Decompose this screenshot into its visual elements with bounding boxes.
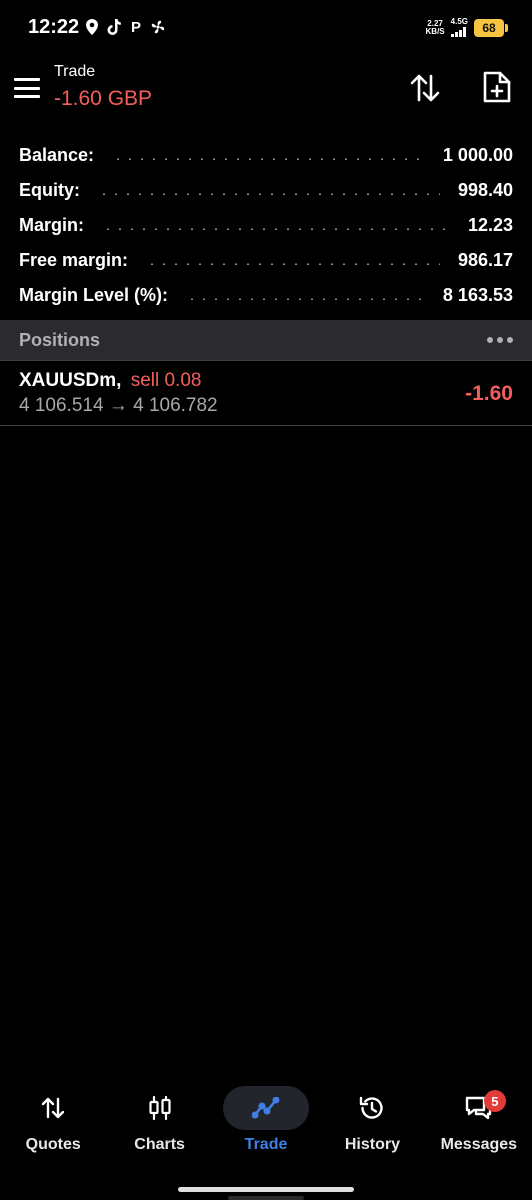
app-header: Trade -1.60 GBP (0, 56, 532, 126)
p-app-icon: P (130, 18, 141, 36)
candlestick-chart-icon (149, 1095, 171, 1121)
nav-icon-container (10, 1086, 96, 1130)
status-system-icons: 2.27 KB/S 4.5G 68 (425, 17, 508, 37)
arrow-right-icon: → (108, 395, 128, 416)
nav-label: History (344, 1136, 400, 1153)
summary-value: 986.17 (457, 250, 513, 270)
nav-label: Quotes (25, 1136, 81, 1153)
summary-value: 12.23 (467, 215, 513, 235)
positions-title: Positions (19, 329, 101, 350)
dotted-leader (98, 192, 440, 195)
account-summary: Balance: 1 000.00 Equity: 998.40 Margin:… (0, 138, 532, 313)
summary-label: Equity: (19, 180, 80, 200)
nav-item-history[interactable]: History (319, 1082, 425, 1168)
tiktok-icon (106, 18, 122, 36)
nav-icon-container (329, 1086, 415, 1130)
total-profit-loss: -1.60 GBP (54, 87, 153, 110)
summary-value: 8 163.53 (442, 285, 513, 305)
position-open-price: 4 106.514 (19, 395, 104, 416)
position-title-line: XAUUSDm, sell 0.08 (19, 370, 201, 392)
nav-item-quotes[interactable]: Quotes (0, 1082, 106, 1168)
nav-icon-container: 5 (436, 1086, 522, 1130)
signal-bars-icon (450, 27, 466, 37)
nav-icon-container (117, 1086, 203, 1130)
page-title: Trade (54, 63, 96, 80)
more-options-icon[interactable] (487, 331, 513, 349)
summary-value: 998.40 (457, 180, 513, 200)
summary-row-free-margin: Free margin: 986.17 (0, 243, 532, 278)
new-order-document-icon[interactable] (482, 70, 512, 104)
nav-label: Trade (244, 1136, 288, 1153)
dotted-leader (112, 157, 425, 160)
nav-icon-container (223, 1086, 310, 1130)
positions-section-header: Positions (0, 320, 532, 361)
dotted-leader (186, 297, 425, 300)
position-separator: , (116, 370, 122, 391)
nav-item-trade[interactable]: Trade (213, 1082, 319, 1168)
fan-icon (150, 18, 166, 36)
gesture-navigation-bar[interactable] (178, 1187, 354, 1192)
summary-label: Balance: (19, 145, 95, 165)
nav-label: Charts (134, 1136, 185, 1153)
summary-row-balance: Balance: 1 000.00 (0, 138, 532, 173)
quotes-arrows-icon (42, 1097, 65, 1119)
bottom-navigation: Quotes Charts Trade History 5 Messages (0, 1082, 532, 1168)
dotted-leader (102, 227, 450, 230)
summary-label: Free margin: (19, 250, 129, 270)
menu-icon[interactable] (14, 78, 40, 98)
summary-label: Margin Level (%): (19, 285, 169, 305)
position-row[interactable]: XAUUSDm, sell 0.08 4 106.514 → 4 106.782… (0, 362, 532, 426)
network-type: 4.5G (450, 17, 468, 26)
summary-row-margin: Margin: 12.23 (0, 208, 532, 243)
summary-value: 1 000.00 (442, 145, 513, 165)
messages-badge: 5 (483, 1090, 506, 1112)
position-current-price: 4 106.782 (133, 395, 218, 416)
status-notification-icons: P (84, 18, 166, 36)
trade-line-icon (252, 1097, 280, 1119)
summary-row-equity: Equity: 998.40 (0, 173, 532, 208)
battery-icon: 68 (474, 18, 508, 37)
gesture-bar-shadow (228, 1196, 304, 1200)
position-symbol: XAUUSDm (19, 370, 117, 391)
summary-label: Margin: (19, 215, 84, 235)
status-time: 12:22 (28, 16, 80, 38)
trade-screen: 12:22 P 2.27 KB/S 4.5G 68 Trade -1.60 GB… (0, 0, 532, 1200)
position-type-volume: sell 0.08 (130, 370, 202, 391)
position-prices: 4 106.514 → 4 106.782 (19, 395, 218, 417)
position-profit: -1.60 (465, 382, 513, 405)
status-bar: 12:22 P 2.27 KB/S 4.5G 68 (0, 0, 532, 56)
dotted-leader (146, 262, 440, 265)
sort-arrows-icon[interactable] (408, 72, 442, 104)
history-clock-icon (360, 1096, 384, 1119)
cell-signal: 4.5G (450, 17, 468, 37)
network-speed-unit: KB/S (425, 26, 445, 36)
nav-item-charts[interactable]: Charts (106, 1082, 212, 1168)
nav-item-messages[interactable]: 5 Messages (426, 1082, 532, 1168)
nav-label: Messages (440, 1136, 518, 1153)
network-speed: 2.27 KB/S (425, 19, 445, 36)
location-pin-icon (84, 18, 100, 36)
summary-row-margin-level: Margin Level (%): 8 163.53 (0, 278, 532, 313)
